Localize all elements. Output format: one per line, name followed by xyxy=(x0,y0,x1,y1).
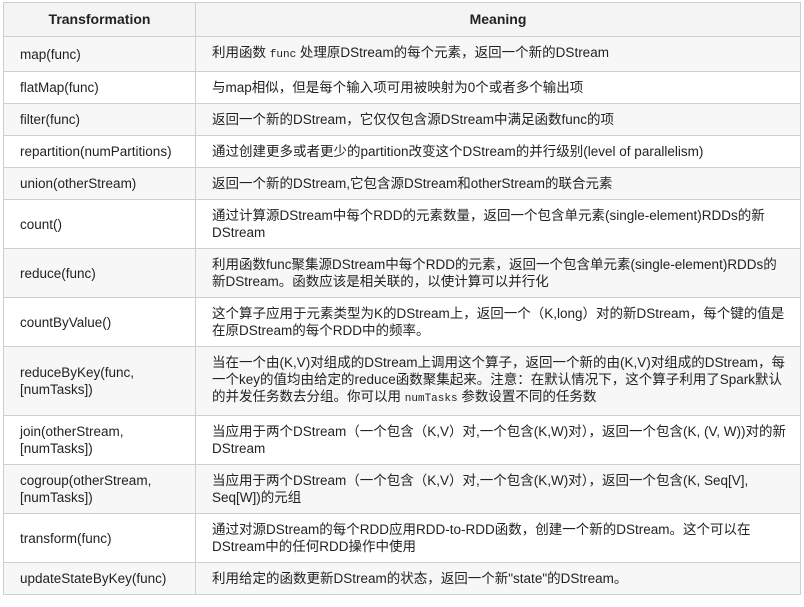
inline-code: func xyxy=(269,49,297,61)
transformation-meaning: 与map相似，但是每个输入项可用被映射为0个或者多个输出项 xyxy=(195,71,801,104)
inline-code: numTasks xyxy=(404,393,458,405)
transformation-meaning: 利用给定的函数更新DStream的状态，返回一个新"state"的DStream… xyxy=(195,562,801,595)
table-row: count() 通过计算源DStream中每个RDD的元素数量，返回一个包含单元… xyxy=(3,199,801,249)
transformation-name: countByValue() xyxy=(3,297,196,347)
transformation-meaning: 通过计算源DStream中每个RDD的元素数量，返回一个包含单元素(single… xyxy=(195,199,801,249)
table-row: updateStateByKey(func) 利用给定的函数更新DStream的… xyxy=(3,562,801,595)
transformation-name: join(otherStream, [numTasks]) xyxy=(3,415,196,465)
transformation-meaning: 利用函数func聚集源DStream中每个RDD的元素，返回一个包含单元素(si… xyxy=(195,248,801,298)
table-row: countByValue() 这个算子应用于元素类型为K的DStream上，返回… xyxy=(3,297,801,347)
transformation-name: count() xyxy=(3,199,196,249)
transformation-meaning: 这个算子应用于元素类型为K的DStream上，返回一个（K,long）对的新DS… xyxy=(195,297,801,347)
transformation-name: union(otherStream) xyxy=(3,167,196,200)
table-row: transform(func) 通过对源DStream的每个RDD应用RDD-t… xyxy=(3,513,801,563)
transformation-meaning: 返回一个新的DStream,它包含源DStream和otherStream的联合… xyxy=(195,167,801,200)
transformation-meaning: 通过对源DStream的每个RDD应用RDD-to-RDD函数，创建一个新的DS… xyxy=(195,513,801,563)
header-transformation: Transformation xyxy=(3,2,196,37)
table-row: reduce(func) 利用函数func聚集源DStream中每个RDD的元素… xyxy=(3,248,801,298)
transformation-name: filter(func) xyxy=(3,103,196,136)
transformation-name: transform(func) xyxy=(3,513,196,563)
transformation-meaning: 利用函数 func 处理原DStream的每个元素，返回一个新的DStream xyxy=(195,36,801,72)
transformation-meaning: 当应用于两个DStream（一个包含（K,V）对,一个包含(K,W)对），返回一… xyxy=(195,415,801,465)
transformation-name: map(func) xyxy=(3,36,196,72)
table-row: union(otherStream) 返回一个新的DStream,它包含源DSt… xyxy=(3,167,801,200)
header-row: Transformation Meaning xyxy=(3,2,801,37)
table-row: join(otherStream, [numTasks]) 当应用于两个DStr… xyxy=(3,415,801,465)
transformation-name: repartition(numPartitions) xyxy=(3,135,196,168)
table-row: reduceByKey(func, [numTasks]) 当在一个由(K,V)… xyxy=(3,346,801,416)
transformation-name: updateStateByKey(func) xyxy=(3,562,196,595)
table-row: repartition(numPartitions) 通过创建更多或者更少的pa… xyxy=(3,135,801,168)
transformation-name: reduceByKey(func, [numTasks]) xyxy=(3,346,196,416)
transformation-meaning: 当应用于两个DStream（一个包含（K,V）对,一个包含(K,W)对），返回一… xyxy=(195,464,801,514)
table-row: filter(func) 返回一个新的DStream，它仅仅包含源DStream… xyxy=(3,103,801,136)
table-row: map(func) 利用函数 func 处理原DStream的每个元素，返回一个… xyxy=(3,36,801,72)
table-row: cogroup(otherStream, [numTasks]) 当应用于两个D… xyxy=(3,464,801,514)
transformation-name: reduce(func) xyxy=(3,248,196,298)
table-row: flatMap(func) 与map相似，但是每个输入项可用被映射为0个或者多个… xyxy=(3,71,801,104)
header-meaning: Meaning xyxy=(195,2,801,37)
transformation-name: flatMap(func) xyxy=(3,71,196,104)
transformations-table: Transformation Meaning map(func) 利用函数 fu… xyxy=(3,2,801,595)
transformation-meaning: 当在一个由(K,V)对组成的DStream上调用这个算子，返回一个新的由(K,V… xyxy=(195,346,801,416)
transformation-name: cogroup(otherStream, [numTasks]) xyxy=(3,464,196,514)
transformation-meaning: 通过创建更多或者更少的partition改变这个DStream的并行级别(lev… xyxy=(195,135,801,168)
transformation-meaning: 返回一个新的DStream，它仅仅包含源DStream中满足函数func的项 xyxy=(195,103,801,136)
